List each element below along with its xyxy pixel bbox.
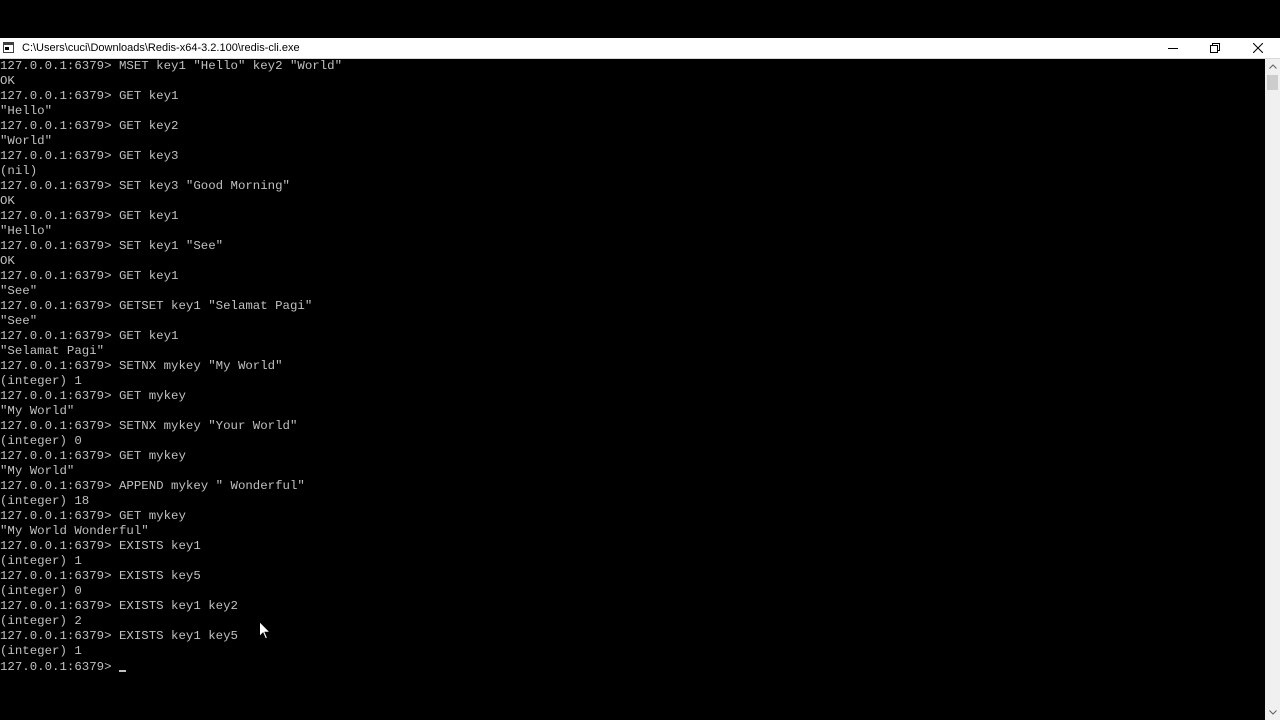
console-line: "Hello" [0,104,53,118]
console-prompt: 127.0.0.1:6379> [0,660,119,674]
console-line: (nil) [0,164,38,178]
console-line: 127.0.0.1:6379> MSET key1 "Hello" key2 "… [0,59,343,73]
console-prompt-line[interactable]: 127.0.0.1:6379> [0,660,126,675]
console-line: "Selamat Pagi" [0,344,105,358]
console-line: 127.0.0.1:6379> SET key1 "See" [0,239,224,253]
console-line: "My World" [0,464,75,478]
console-line: (integer) 1 [0,644,82,658]
console-line: 127.0.0.1:6379> GET key1 [0,269,179,283]
console-line: 127.0.0.1:6379> EXISTS key1 [0,539,201,553]
console-line: 127.0.0.1:6379> GET mykey [0,449,186,463]
console-line: (integer) 0 [0,434,82,448]
console-line: (integer) 1 [0,554,82,568]
console-line: 127.0.0.1:6379> SET key3 "Good Morning" [0,179,290,193]
console-line: OK [0,74,15,88]
console-line: OK [0,194,15,208]
console-line: 127.0.0.1:6379> GET key3 [0,149,179,163]
console-output[interactable]: 127.0.0.1:6379> MSET key1 "Hello" key2 "… [0,59,1265,720]
minimize-icon [1168,48,1178,49]
mouse-pointer-icon [259,621,271,640]
desktop-top-band [0,0,1280,38]
console-line: "See" [0,314,38,328]
scroll-down-button[interactable] [1265,705,1280,720]
window-title: C:\Users\cuci\Downloads\Redis-x64-3.2.10… [22,42,300,54]
console-app-icon[interactable] [3,42,14,53]
scroll-up-button[interactable] [1265,59,1280,74]
vertical-scrollbar[interactable] [1265,59,1280,720]
scroll-down-arrow-icon [1268,710,1277,715]
screen: C:\Users\cuci\Downloads\Redis-x64-3.2.10… [0,0,1280,720]
close-icon [1253,43,1263,53]
console-line: 127.0.0.1:6379> GETSET key1 "Selamat Pag… [0,299,313,313]
window-titlebar[interactable]: C:\Users\cuci\Downloads\Redis-x64-3.2.10… [0,38,1280,59]
console-line: 127.0.0.1:6379> GET mykey [0,509,186,523]
console-lines: 127.0.0.1:6379> MSET key1 "Hello" key2 "… [0,59,342,659]
console-line: 127.0.0.1:6379> EXISTS key1 key5 [0,629,238,643]
scroll-thumb[interactable] [1267,75,1278,90]
console-line: "My World" [0,404,75,418]
console-line: (integer) 2 [0,614,82,628]
console-line: "World" [0,134,53,148]
minimize-button[interactable] [1151,38,1195,58]
console-line: 127.0.0.1:6379> EXISTS key5 [0,569,201,583]
console-line: 127.0.0.1:6379> EXISTS key1 key2 [0,599,238,613]
scroll-up-arrow-icon [1268,64,1277,69]
restore-icon [1210,43,1220,53]
console-line: 127.0.0.1:6379> GET key2 [0,119,179,133]
console-line: 127.0.0.1:6379> GET key1 [0,89,179,103]
console-line: (integer) 0 [0,584,82,598]
text-cursor [118,670,126,672]
console-line: OK [0,254,15,268]
console-line: (integer) 18 [0,494,90,508]
restore-button[interactable] [1193,38,1237,58]
console-line: (integer) 1 [0,374,82,388]
console-line: "My World Wonderful" [0,524,149,538]
console-line: "See" [0,284,38,298]
console-line: 127.0.0.1:6379> SETNX mykey "Your World" [0,419,298,433]
console-line: 127.0.0.1:6379> SETNX mykey "My World" [0,359,283,373]
console-line: 127.0.0.1:6379> GET key1 [0,329,179,343]
console-line: "Hello" [0,224,53,238]
console-line: 127.0.0.1:6379> GET key1 [0,209,179,223]
close-button[interactable] [1236,38,1280,58]
console-line: 127.0.0.1:6379> GET mykey [0,389,186,403]
console-line: 127.0.0.1:6379> APPEND mykey " Wonderful… [0,479,305,493]
